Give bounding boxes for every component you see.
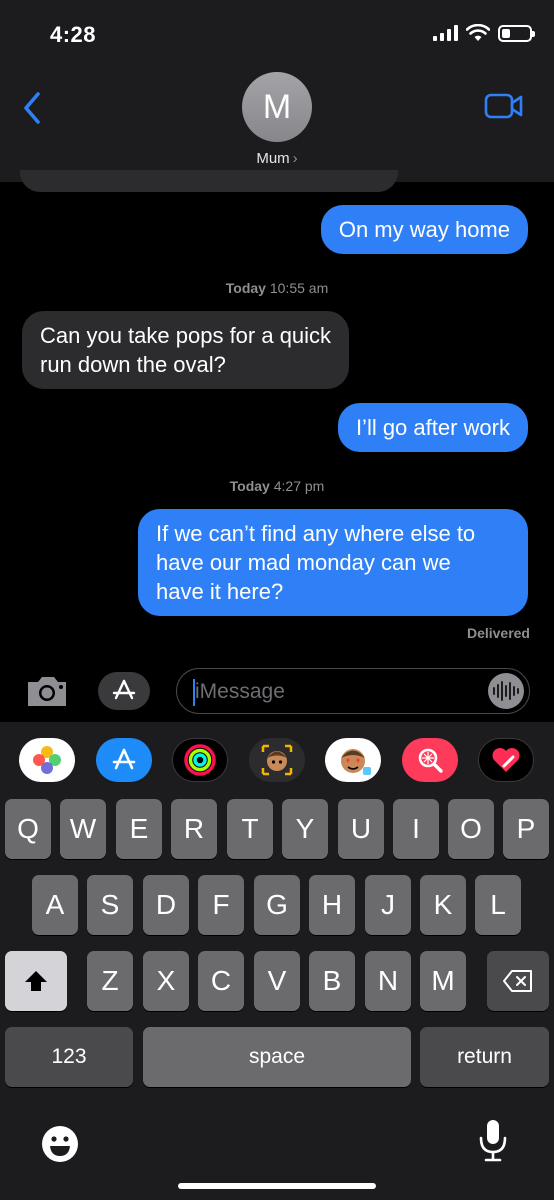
- key-b[interactable]: B: [309, 951, 355, 1011]
- key-x[interactable]: X: [143, 951, 189, 1011]
- key-w[interactable]: W: [60, 799, 106, 859]
- compose-bar: [0, 660, 554, 722]
- message-bubble-received[interactable]: Can you take pops for a quick run down t…: [22, 311, 350, 389]
- status-time: 4:28: [50, 22, 97, 47]
- message-bubble-sent[interactable]: On my way home: [320, 205, 528, 254]
- shift-key[interactable]: [5, 951, 67, 1011]
- audio-message-icon[interactable]: [488, 673, 524, 709]
- space-key[interactable]: space: [143, 1027, 411, 1087]
- key-i[interactable]: I: [393, 799, 439, 859]
- message-text-line: have it here?: [156, 579, 284, 604]
- delivered-status: Delivered: [466, 625, 530, 641]
- wifi-icon: [466, 24, 490, 41]
- battery-icon: [498, 24, 535, 42]
- backspace-icon: [503, 970, 532, 992]
- message-text-line: Can you take pops for a quick: [40, 323, 332, 348]
- message-text: On my way home: [338, 217, 510, 242]
- key-z[interactable]: Z: [87, 951, 133, 1011]
- conversation-header: 4:28 M Mum ›: [0, 0, 554, 182]
- keyboard: Q W E R T Y U I O P A S D F G H J K L Z …: [0, 722, 554, 1200]
- app-store-apps-button[interactable]: [98, 672, 150, 710]
- key-k[interactable]: K: [420, 875, 466, 935]
- message-text-line: run down the oval?: [40, 352, 226, 377]
- key-o[interactable]: O: [448, 799, 494, 859]
- key-m[interactable]: M: [420, 951, 466, 1011]
- key-l[interactable]: L: [475, 875, 521, 935]
- key-d[interactable]: D: [143, 875, 189, 935]
- home-indicator[interactable]: [178, 1183, 376, 1189]
- message-timestamp: Today 4:27 pm: [229, 478, 325, 494]
- key-a[interactable]: A: [32, 875, 78, 935]
- key-c[interactable]: C: [198, 951, 244, 1011]
- return-key[interactable]: return: [420, 1027, 549, 1087]
- cellular-signal-icon: [433, 25, 458, 41]
- key-t[interactable]: T: [227, 799, 273, 859]
- camera-icon[interactable]: [24, 674, 70, 708]
- key-s[interactable]: S: [87, 875, 133, 935]
- activity-icon[interactable]: [172, 738, 228, 782]
- images-search-icon[interactable]: [402, 738, 458, 782]
- message-bubble-sent[interactable]: If we can’t find any where else to have …: [138, 509, 528, 616]
- key-f[interactable]: F: [198, 875, 244, 935]
- contact-name: Mum: [256, 150, 290, 167]
- status-icons: [433, 24, 535, 42]
- delete-key[interactable]: [487, 951, 549, 1011]
- key-u[interactable]: U: [338, 799, 384, 859]
- video-call-icon[interactable]: [484, 92, 524, 120]
- key-r[interactable]: R: [171, 799, 217, 859]
- memoji-stickers-icon[interactable]: [325, 738, 381, 782]
- key-q[interactable]: Q: [5, 799, 51, 859]
- key-g[interactable]: G: [254, 875, 300, 935]
- message-bubble-sent[interactable]: I’ll go after work: [337, 403, 528, 452]
- app-store-icon[interactable]: [96, 738, 152, 782]
- message-timestamp: Today 10:55 am: [225, 280, 329, 296]
- digital-touch-icon[interactable]: [478, 738, 534, 782]
- key-j[interactable]: J: [365, 875, 411, 935]
- previous-message-bubble: [20, 170, 398, 192]
- message-text: I’ll go after work: [355, 415, 510, 440]
- shift-arrow-icon: [25, 971, 47, 991]
- key-y[interactable]: Y: [282, 799, 328, 859]
- memoji-icon[interactable]: [249, 738, 305, 782]
- key-h[interactable]: H: [309, 875, 355, 935]
- key-v[interactable]: V: [254, 951, 300, 1011]
- chevron-right-icon: ›: [292, 150, 298, 167]
- dictation-microphone-icon[interactable]: [478, 1118, 508, 1164]
- key-p[interactable]: P: [503, 799, 549, 859]
- message-text-line: If we can’t find any where else to: [156, 521, 476, 546]
- message-text-line: have our mad monday can we: [156, 550, 451, 575]
- imessage-app-strip: [0, 722, 554, 798]
- key-n[interactable]: N: [365, 951, 411, 1011]
- contact-name-button[interactable]: Mum ›: [0, 150, 554, 167]
- numbers-key[interactable]: 123: [5, 1027, 133, 1087]
- app-store-icon: [112, 679, 136, 700]
- key-e[interactable]: E: [116, 799, 162, 859]
- photos-icon[interactable]: [19, 738, 75, 782]
- message-input[interactable]: [176, 668, 530, 714]
- imessage-field[interactable]: [195, 677, 475, 707]
- back-chevron-icon[interactable]: [18, 88, 48, 128]
- contact-avatar[interactable]: M: [242, 72, 312, 142]
- emoji-icon[interactable]: [40, 1124, 80, 1164]
